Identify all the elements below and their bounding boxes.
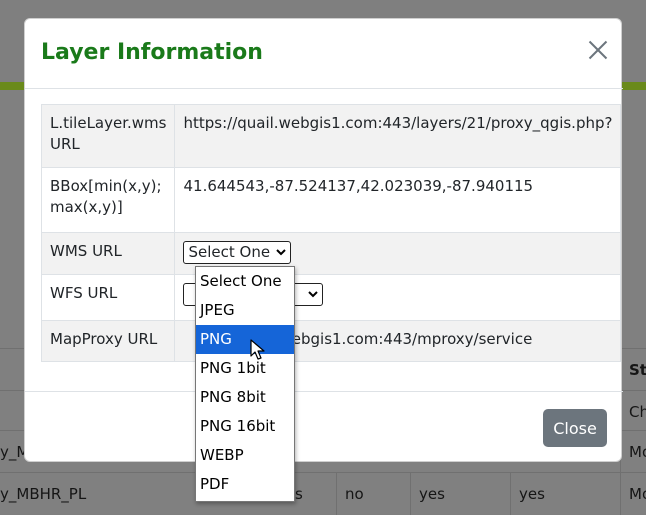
background-cell: no [336,473,410,515]
background-cell: y_MBHR_PL [0,485,87,503]
row-key: WFS URL [40,274,176,321]
layer-info-table: L.tileLayer.wms URL https://quail.webgis… [40,104,622,362]
tile-layer-url-value: https://quail.webgis1.com:443/layers/21/… [174,104,622,168]
row-key: WMS URL [40,232,176,275]
select-value: Select One [188,243,271,261]
background-cell: yes [410,473,510,515]
option-png-8bit[interactable]: PNG 8bit [196,383,294,412]
background-cell: Mo [620,473,646,515]
table-row: MapProxy URL webgis1.com:443/mproxy/serv… [40,320,622,362]
modal-title: Layer Information [41,40,263,65]
background-cell: Mo [620,431,646,473]
background-cell: yes [510,473,620,515]
option-select-one[interactable]: Select One [196,267,294,296]
option-png[interactable]: PNG [196,325,294,354]
layer-info-modal: Layer Information L.tileLayer.wms URL ht… [24,18,623,463]
row-key: BBox[min(x,y); max(x,y)] [40,167,176,233]
wms-url-select[interactable]: Select One [183,241,292,264]
background-table-row: y_MBHR_PL s no yes yes Mo [0,472,646,515]
modal-header: Layer Information [25,19,623,89]
close-icon[interactable] [585,37,611,63]
chevron-down-icon [308,291,319,298]
table-row: BBox[min(x,y); max(x,y)] 41.644543,-87.5… [40,167,622,233]
option-jpeg[interactable]: JPEG [196,296,294,325]
option-png-1bit[interactable]: PNG 1bit [196,354,294,383]
close-button[interactable]: Close [543,409,607,447]
option-webp[interactable]: WEBP [196,441,294,470]
table-row: WFS URL [40,274,622,321]
mouse-pointer-icon [250,339,265,360]
modal-footer: Close [25,391,623,463]
option-pdf[interactable]: PDF [196,470,294,499]
table-row: L.tileLayer.wms URL https://quail.webgis… [40,104,622,168]
background-cell: Sto [620,349,646,391]
chevron-down-icon [276,249,286,256]
table-row: WMS URL Select One [40,232,622,275]
wms-url-options-list: Select One JPEG PNG PNG 1bit PNG 8bit PN… [195,266,295,502]
background-cell: Ch [620,391,646,433]
option-png-16bit[interactable]: PNG 16bit [196,412,294,441]
bbox-value: 41.644543,-87.524137,42.023039,-87.94011… [174,167,622,233]
row-key: L.tileLayer.wms URL [40,104,176,168]
row-key: MapProxy URL [40,320,176,362]
